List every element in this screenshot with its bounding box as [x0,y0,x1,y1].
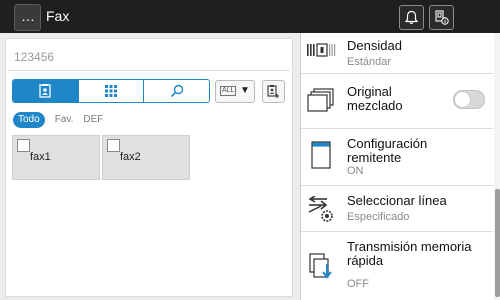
tab-address-book[interactable] [13,80,79,102]
top-bar: … Fax [0,0,500,33]
index-tabs: Todo Fav. DEF [13,112,113,128]
input-mode-tabs [12,79,210,103]
setting-density[interactable]: Densidad Estándar [301,33,493,74]
setting-sender-config[interactable]: Configuración remitente ON [301,129,493,186]
search-icon [170,84,183,98]
setting-value: Estándar [347,56,392,68]
fax-number-field[interactable]: 123456 [8,43,290,71]
device-info-button[interactable] [429,5,454,30]
tab-fav[interactable]: Fav. [55,112,74,128]
quick-memory-tx-icon [309,253,332,279]
checkbox[interactable] [17,139,30,152]
setting-label: Densidad [347,38,402,53]
bell-icon [404,10,419,25]
setting-label: Transmisión memoria rápida [347,239,472,268]
keypad-icon [105,85,117,97]
filter-dropdown[interactable]: ALL ▼ [215,80,255,103]
destination-panel: 123456 ALL ▼ Todo Fav. DEF fax1 fax2 [5,38,293,297]
checkbox[interactable] [107,139,120,152]
setting-label: Seleccionar línea [347,193,447,208]
destination-name: fax1 [30,151,51,163]
toggle-knob [455,92,470,107]
density-icon [307,43,336,57]
destination-tile[interactable]: fax1 [12,135,100,180]
address-book-icon [39,84,51,98]
setting-label: Original mezclado [347,84,403,113]
settings-scrollbar[interactable] [494,33,500,300]
dropdown-arrow-icon: ▼ [240,85,250,96]
scrollbar-thumb[interactable] [495,189,500,297]
tab-keypad[interactable] [78,80,145,102]
notification-button[interactable] [399,5,424,30]
menu-button[interactable]: … [14,4,41,31]
device-info-icon [435,10,449,25]
address-register-icon [267,85,279,98]
mixed-original-icon [307,88,334,112]
settings-panel: Densidad Estándar Original mezclado Conf… [300,33,500,300]
tab-search[interactable] [144,80,209,102]
setting-value: ON [347,165,364,177]
setting-line-select[interactable]: Seleccionar línea Especificado [301,186,493,232]
mixed-original-toggle[interactable] [453,90,485,109]
all-label: ALL [220,86,237,96]
destination-tile[interactable]: fax2 [102,135,190,180]
setting-value: Especificado [347,211,410,223]
destination-name: fax2 [120,151,141,163]
more-icon: … [21,8,35,24]
setting-value: OFF [347,278,369,290]
tab-todo[interactable]: Todo [13,112,45,128]
setting-label: Configuración remitente [347,136,428,165]
app-title: Fax [46,8,70,24]
setting-quick-memory-tx[interactable]: Transmisión memoria rápida OFF [301,232,493,300]
line-select-icon [308,196,333,222]
sender-settings-icon [311,141,331,169]
tab-def[interactable]: DEF [83,112,103,128]
setting-mixed-original[interactable]: Original mezclado [301,74,493,129]
address-book-register-button[interactable] [262,80,285,103]
